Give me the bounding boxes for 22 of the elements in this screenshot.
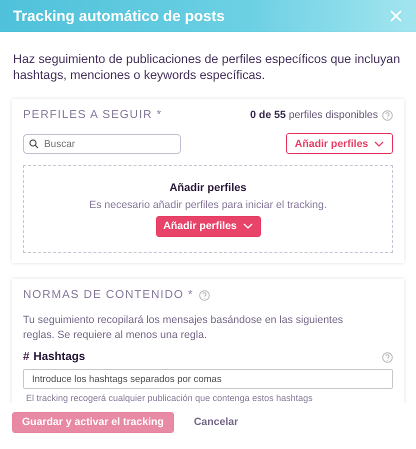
cancel-button[interactable]: Cancelar xyxy=(188,416,244,428)
section-heading: PERFILES A SEGUIR * xyxy=(23,109,162,121)
hash-symbol: # xyxy=(23,351,30,363)
help-icon[interactable] xyxy=(198,290,210,300)
close-icon[interactable] xyxy=(390,10,402,22)
window-title: Tracking automático de posts xyxy=(13,8,225,24)
caret-icon xyxy=(374,140,384,146)
help-icon[interactable] xyxy=(382,110,393,120)
available-count: 0 de 55 perfiles disponibles xyxy=(250,109,378,121)
empty-message: Es necesario añadir perfiles para iniciar el tracking. xyxy=(89,198,327,210)
help-icon[interactable] xyxy=(382,352,393,362)
field-hint: El tracking recogerá cualquier publicación que contenga estos hashtags xyxy=(26,393,314,403)
empty-title: Añadir perfiles xyxy=(169,182,247,194)
field-label: Hashtags xyxy=(33,351,86,363)
intro-text: Haz seguimiento de publicaciones de perfiles específicos que incluyan hashtags, menciones o keywords específicas. xyxy=(13,51,402,83)
section-heading: NORMAS DE CONTENIDO * xyxy=(23,289,194,301)
rules-description: Tu seguimiento recopilará los mensajes basándose en las siguientes reglas. Se requiere al menos una regla. xyxy=(23,313,344,343)
add-profiles-button[interactable]: Añadir perfiles xyxy=(156,216,260,236)
search-field[interactable]: Buscar xyxy=(23,134,181,154)
hashtags-input[interactable]: Introduce los hashtags separados por comas xyxy=(23,369,393,389)
caret-icon xyxy=(242,223,253,229)
add-profiles-button[interactable]: Añadir perfiles xyxy=(286,133,393,154)
